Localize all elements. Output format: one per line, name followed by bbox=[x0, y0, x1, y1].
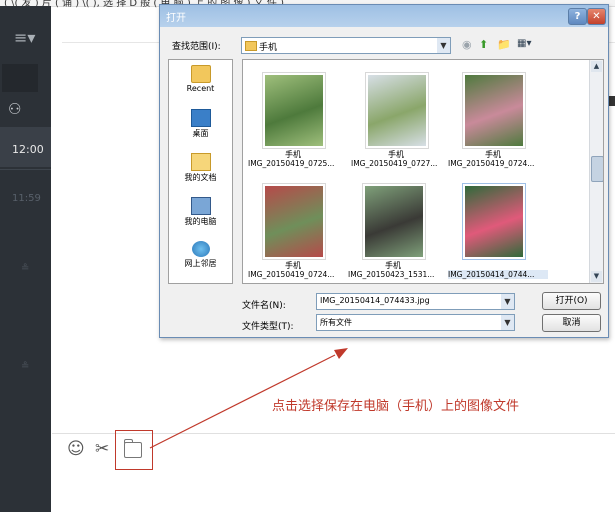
view-menu-icon[interactable]: ▦▾ bbox=[517, 38, 531, 49]
file-thumbnail bbox=[262, 72, 326, 149]
file-name: IMG_20150423_1531... bbox=[348, 270, 435, 279]
file-tile-selected[interactable]: IMG_20150414_0744... bbox=[448, 181, 548, 283]
scroll-thumb[interactable] bbox=[591, 156, 603, 182]
folder-icon bbox=[245, 41, 257, 51]
help-button[interactable]: ? bbox=[568, 8, 587, 25]
file-grid: 手机 IMG_20150419_0725... 手机 IMG_20150419_… bbox=[242, 59, 604, 284]
chevron-down-icon[interactable]: ▼ bbox=[501, 294, 514, 309]
file-thumbnail bbox=[362, 183, 426, 260]
thumbnail-image bbox=[465, 186, 523, 257]
file-name: IMG_20150414_0744... bbox=[448, 270, 548, 279]
file-name: IMG_20150419_0727... bbox=[351, 159, 438, 168]
look-in-label: 查找范围(I): bbox=[172, 42, 221, 52]
recent-folder-icon bbox=[190, 65, 211, 83]
place-documents[interactable]: 我的文档 bbox=[169, 150, 232, 192]
look-in-value: 手机 bbox=[259, 43, 278, 53]
file-type-value: 所有文件 bbox=[320, 318, 352, 327]
chevron-down-icon[interactable]: ▼ bbox=[437, 38, 450, 53]
place-label: Recent bbox=[186, 84, 215, 93]
new-folder-icon[interactable]: 📁 bbox=[497, 38, 511, 51]
place-label: 我的电脑 bbox=[184, 217, 217, 226]
chevron-down-icon[interactable]: ▼ bbox=[501, 315, 514, 330]
file-tile[interactable]: 手机 IMG_20150419_0725... bbox=[248, 70, 338, 174]
thumbnail-image bbox=[265, 186, 323, 257]
vertical-scrollbar[interactable]: ▲ ▼ bbox=[589, 60, 603, 283]
documents-icon bbox=[190, 153, 211, 171]
file-tile[interactable]: 手机 IMG_20150423_1531... bbox=[348, 181, 438, 283]
back-icon[interactable]: ◉ bbox=[462, 38, 472, 51]
file-name-value: IMG_20150414_074433.jpg bbox=[320, 296, 430, 305]
file-tile[interactable]: 手机 IMG_20150419_0727... bbox=[351, 70, 441, 174]
file-name: IMG_20150419_0724... bbox=[248, 270, 335, 279]
file-name: IMG_20150419_0725... bbox=[248, 159, 335, 168]
desktop-icon bbox=[190, 109, 211, 127]
thumbnail-image bbox=[465, 75, 523, 146]
network-icon bbox=[191, 241, 210, 257]
dialog-titlebar[interactable]: 打开 ? ✕ bbox=[160, 5, 608, 27]
cancel-button[interactable]: 取消 bbox=[542, 314, 601, 332]
open-file-dialog: 打开 ? ✕ 查找范围(I): 手机 ▼ ◉ ⬆ 📁 ▦▾ Recent 桌面 … bbox=[159, 4, 609, 338]
scroll-up-icon[interactable]: ▲ bbox=[591, 61, 602, 72]
file-type-label: 文件类型(T): bbox=[242, 322, 294, 332]
place-recent[interactable]: Recent bbox=[169, 62, 232, 104]
thumbnail-image bbox=[365, 186, 423, 257]
dialog-title: 打开 bbox=[166, 13, 186, 24]
thumbnail-image bbox=[265, 75, 323, 146]
place-desktop[interactable]: 桌面 bbox=[169, 106, 232, 148]
dialog-body: 查找范围(I): 手机 ▼ ◉ ⬆ 📁 ▦▾ Recent 桌面 我的文档 我的… bbox=[160, 27, 608, 337]
file-thumbnail bbox=[462, 183, 526, 260]
place-label: 网上邻居 bbox=[184, 259, 217, 268]
place-computer[interactable]: 我的电脑 bbox=[169, 194, 232, 236]
file-name-field[interactable]: IMG_20150414_074433.jpg ▼ bbox=[316, 293, 515, 310]
open-button[interactable]: 打开(O) bbox=[542, 292, 601, 310]
file-name-label: 文件名(N): bbox=[242, 301, 286, 311]
file-name: IMG_20150419_0724... bbox=[448, 159, 535, 168]
place-network[interactable]: 网上邻居 bbox=[169, 238, 232, 280]
annotation-text: 点击选择保存在电脑（手机）上的图像文件 bbox=[272, 399, 520, 414]
up-folder-icon[interactable]: ⬆ bbox=[479, 38, 488, 51]
file-thumbnail bbox=[262, 183, 326, 260]
scroll-down-icon[interactable]: ▼ bbox=[591, 271, 602, 282]
look-in-select[interactable]: 手机 ▼ bbox=[241, 37, 451, 54]
file-thumbnail bbox=[462, 72, 526, 149]
file-tile[interactable]: 手机 IMG_20150419_0724... bbox=[448, 70, 538, 174]
computer-icon bbox=[190, 197, 211, 215]
file-tile[interactable]: 手机 IMG_20150419_0724... bbox=[248, 181, 338, 283]
places-bar: Recent 桌面 我的文档 我的电脑 网上邻居 bbox=[168, 59, 233, 284]
file-type-select[interactable]: 所有文件 ▼ bbox=[316, 314, 515, 331]
thumbnail-image bbox=[368, 75, 426, 146]
file-thumbnail bbox=[365, 72, 429, 149]
close-button[interactable]: ✕ bbox=[587, 8, 606, 25]
place-label: 我的文档 bbox=[184, 173, 217, 182]
place-label: 桌面 bbox=[192, 129, 209, 138]
